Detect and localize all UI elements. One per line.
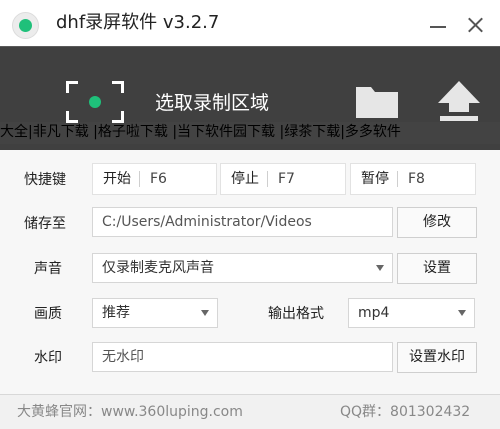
- footer: 大黄蜂官网：www.360luping.com QQ群：801302432: [0, 394, 500, 429]
- qq-group-text: QQ群：801302432: [340, 404, 471, 420]
- chevron-down-icon: [201, 310, 209, 316]
- start-hotkey-label: 开始: [103, 171, 131, 187]
- pause-hotkey-value: F8: [408, 171, 425, 187]
- title-bar: dhf录屏软件 v3.2.7: [0, 0, 500, 46]
- pause-hotkey-field[interactable]: 暂停 F8: [350, 163, 476, 195]
- settings-form: 快捷键 开始 F6 停止 F7 暂停 F8 储存至 C:/Users/Administ…: [0, 150, 500, 394]
- audio-label: 声音: [34, 261, 62, 277]
- select-region-button[interactable]: 选取录制区域: [155, 91, 269, 115]
- minimize-button[interactable]: [424, 11, 452, 39]
- start-hotkey-value: F6: [150, 171, 167, 187]
- hotkey-label: 快捷键: [24, 172, 66, 188]
- app-logo-icon: [12, 12, 39, 39]
- output-format-select[interactable]: mp4: [348, 298, 475, 328]
- ad-banner-text: 大全|非凡下载 |格子啦下载 |当下软件园下载 |绿茶下载|多多软件: [0, 124, 401, 140]
- output-format-selected-value: mp4: [358, 305, 390, 321]
- modify-path-button[interactable]: 修改: [397, 207, 477, 238]
- window-title: dhf录屏软件 v3.2.7: [56, 12, 220, 33]
- folder-icon[interactable]: [354, 81, 400, 121]
- upload-icon[interactable]: [436, 79, 482, 123]
- chevron-down-icon: [376, 265, 384, 271]
- close-button[interactable]: [462, 11, 490, 39]
- audio-select[interactable]: 仅录制麦克风声音: [92, 253, 393, 283]
- save-path-label: 储存至: [24, 216, 66, 232]
- chevron-down-icon: [458, 310, 466, 316]
- audio-settings-button[interactable]: 设置: [397, 253, 477, 284]
- pause-hotkey-label: 暂停: [361, 171, 389, 187]
- stop-hotkey-label: 停止: [231, 171, 259, 187]
- quality-select[interactable]: 推荐: [92, 298, 218, 328]
- start-hotkey-field[interactable]: 开始 F6: [92, 163, 217, 195]
- official-website-link[interactable]: 大黄蜂官网：www.360luping.com: [17, 404, 243, 420]
- watermark-field[interactable]: 无水印: [92, 342, 393, 372]
- stop-hotkey-value: F7: [278, 171, 295, 187]
- stop-hotkey-field[interactable]: 停止 F7: [220, 163, 346, 195]
- audio-selected-value: 仅录制麦克风声音: [102, 260, 214, 276]
- watermark-settings-button[interactable]: 设置水印: [397, 342, 477, 373]
- save-path-field[interactable]: C:/Users/Administrator/Videos: [92, 207, 393, 237]
- watermark-label: 水印: [34, 350, 62, 366]
- output-format-label: 输出格式: [268, 306, 324, 322]
- record-region-icon[interactable]: [66, 81, 124, 123]
- quality-label: 画质: [34, 306, 62, 322]
- quality-selected-value: 推荐: [102, 305, 130, 321]
- toolbar: 选取录制区域 大全|非凡下载 |格子啦下载 |当下软件园下载 |绿茶下载|多多软…: [0, 46, 500, 150]
